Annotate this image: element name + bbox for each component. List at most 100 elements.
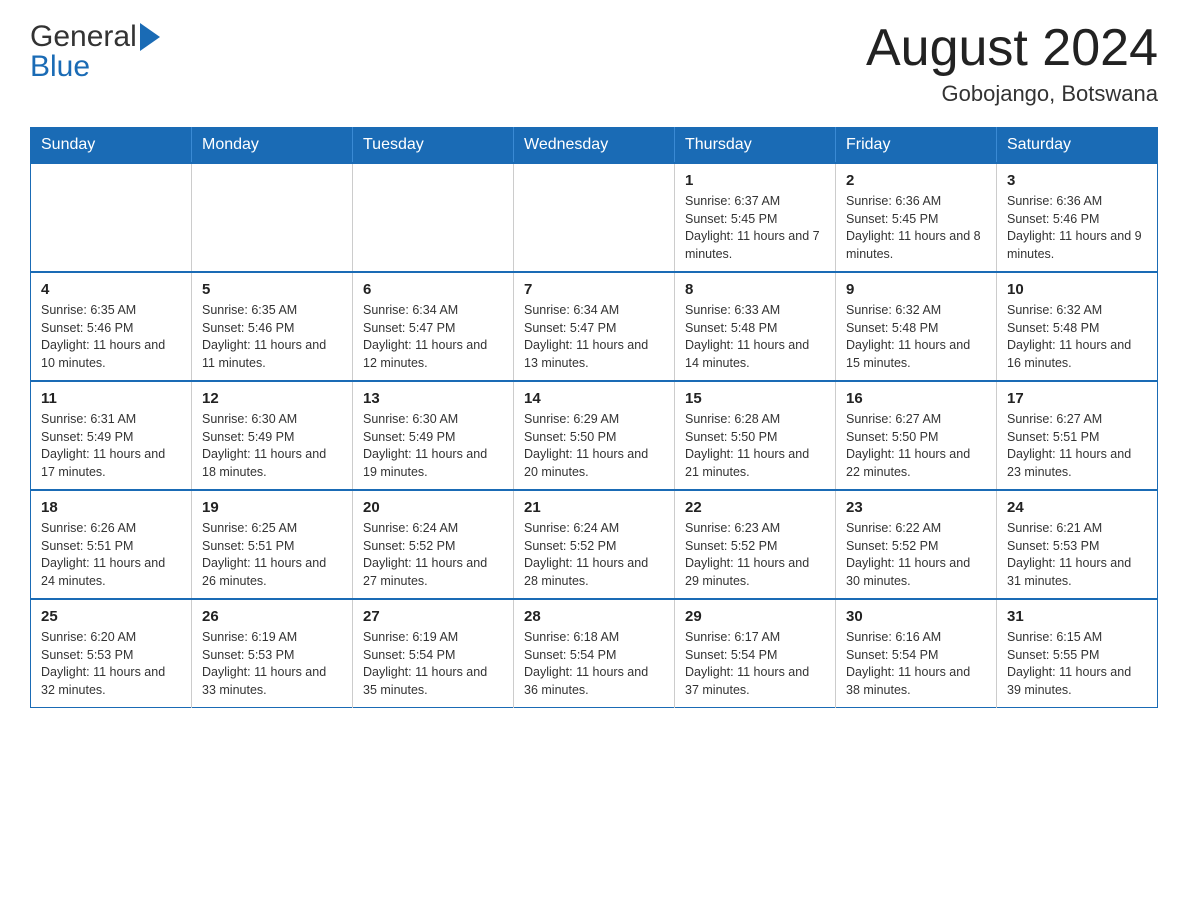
day-number: 9 (846, 281, 986, 298)
day-info: Sunrise: 6:19 AM Sunset: 5:53 PM Dayligh… (202, 629, 342, 699)
day-number: 26 (202, 608, 342, 625)
calendar-cell: 15 Sunrise: 6:28 AM Sunset: 5:50 PM Dayli… (675, 381, 836, 490)
calendar-cell: 19 Sunrise: 6:25 AM Sunset: 5:51 PM Dayli… (192, 490, 353, 599)
header-cell-thursday: Thursday (675, 128, 836, 164)
calendar-cell: 12 Sunrise: 6:30 AM Sunset: 5:49 PM Dayli… (192, 381, 353, 490)
calendar-cell: 17 Sunrise: 6:27 AM Sunset: 5:51 PM Dayli… (997, 381, 1158, 490)
day-info: Sunrise: 6:20 AM Sunset: 5:53 PM Dayligh… (41, 629, 181, 699)
day-number: 17 (1007, 390, 1147, 407)
day-number: 29 (685, 608, 825, 625)
title-block: August 2024 Gobojango, Botswana (866, 20, 1158, 107)
day-number: 1 (685, 172, 825, 189)
location-subtitle: Gobojango, Botswana (866, 81, 1158, 107)
day-info: Sunrise: 6:27 AM Sunset: 5:51 PM Dayligh… (1007, 411, 1147, 481)
day-info: Sunrise: 6:25 AM Sunset: 5:51 PM Dayligh… (202, 520, 342, 590)
week-row-3: 11 Sunrise: 6:31 AM Sunset: 5:49 PM Dayli… (31, 381, 1158, 490)
calendar-cell (31, 163, 192, 272)
day-number: 14 (524, 390, 664, 407)
calendar-cell: 6Sunrise: 6:34 AM Sunset: 5:47 PM Daylig… (353, 272, 514, 381)
page-header: General Blue August 2024 Gobojango, Bots… (30, 20, 1158, 107)
header-cell-monday: Monday (192, 128, 353, 164)
calendar-cell: 7 Sunrise: 6:34 AM Sunset: 5:47 PM Daylig… (514, 272, 675, 381)
logo: General Blue (30, 20, 160, 84)
day-info: Sunrise: 6:21 AM Sunset: 5:53 PM Dayligh… (1007, 520, 1147, 590)
day-number: 20 (363, 499, 503, 516)
header-cell-sunday: Sunday (31, 128, 192, 164)
calendar-cell: 1Sunrise: 6:37 AM Sunset: 5:45 PM Daylig… (675, 163, 836, 272)
calendar-cell: 25 Sunrise: 6:20 AM Sunset: 5:53 PM Dayli… (31, 599, 192, 708)
day-info: Sunrise: 6:24 AM Sunset: 5:52 PM Dayligh… (524, 520, 664, 590)
day-info: Sunrise: 6:31 AM Sunset: 5:49 PM Dayligh… (41, 411, 181, 481)
day-info: Sunrise: 6:32 AM Sunset: 5:48 PM Dayligh… (846, 302, 986, 372)
day-info: Sunrise: 6:36 AM Sunset: 5:46 PM Dayligh… (1007, 193, 1147, 263)
day-info: Sunrise: 6:36 AM Sunset: 5:45 PM Dayligh… (846, 193, 986, 263)
day-number: 11 (41, 390, 181, 407)
day-number: 18 (41, 499, 181, 516)
day-info: Sunrise: 6:18 AM Sunset: 5:54 PM Dayligh… (524, 629, 664, 699)
day-number: 10 (1007, 281, 1147, 298)
calendar-header: SundayMondayTuesdayWednesdayThursdayFrid… (31, 128, 1158, 164)
day-info: Sunrise: 6:22 AM Sunset: 5:52 PM Dayligh… (846, 520, 986, 590)
day-number: 6 (363, 281, 503, 298)
day-number: 27 (363, 608, 503, 625)
calendar-cell: 5 Sunrise: 6:35 AM Sunset: 5:46 PM Daylig… (192, 272, 353, 381)
day-number: 4 (41, 281, 181, 298)
calendar-cell: 23Sunrise: 6:22 AM Sunset: 5:52 PM Dayli… (836, 490, 997, 599)
calendar-cell: 4 Sunrise: 6:35 AM Sunset: 5:46 PM Daylig… (31, 272, 192, 381)
calendar-cell: 8Sunrise: 6:33 AM Sunset: 5:48 PM Daylig… (675, 272, 836, 381)
day-info: Sunrise: 6:16 AM Sunset: 5:54 PM Dayligh… (846, 629, 986, 699)
calendar-cell: 18 Sunrise: 6:26 AM Sunset: 5:51 PM Dayli… (31, 490, 192, 599)
calendar-cell: 22Sunrise: 6:23 AM Sunset: 5:52 PM Dayli… (675, 490, 836, 599)
month-year-title: August 2024 (866, 20, 1158, 77)
day-number: 15 (685, 390, 825, 407)
week-row-2: 4 Sunrise: 6:35 AM Sunset: 5:46 PM Daylig… (31, 272, 1158, 381)
calendar-cell: 30 Sunrise: 6:16 AM Sunset: 5:54 PM Dayli… (836, 599, 997, 708)
day-number: 31 (1007, 608, 1147, 625)
calendar-cell: 27Sunrise: 6:19 AM Sunset: 5:54 PM Dayli… (353, 599, 514, 708)
day-number: 28 (524, 608, 664, 625)
day-number: 30 (846, 608, 986, 625)
calendar-cell: 24 Sunrise: 6:21 AM Sunset: 5:53 PM Dayli… (997, 490, 1158, 599)
day-info: Sunrise: 6:15 AM Sunset: 5:55 PM Dayligh… (1007, 629, 1147, 699)
day-number: 13 (363, 390, 503, 407)
day-number: 16 (846, 390, 986, 407)
day-number: 25 (41, 608, 181, 625)
logo-general-text: General (30, 20, 137, 54)
header-row: SundayMondayTuesdayWednesdayThursdayFrid… (31, 128, 1158, 164)
calendar-cell: 9 Sunrise: 6:32 AM Sunset: 5:48 PM Daylig… (836, 272, 997, 381)
calendar-cell: 31 Sunrise: 6:15 AM Sunset: 5:55 PM Dayli… (997, 599, 1158, 708)
header-cell-tuesday: Tuesday (353, 128, 514, 164)
day-info: Sunrise: 6:26 AM Sunset: 5:51 PM Dayligh… (41, 520, 181, 590)
day-info: Sunrise: 6:29 AM Sunset: 5:50 PM Dayligh… (524, 411, 664, 481)
header-cell-saturday: Saturday (997, 128, 1158, 164)
day-info: Sunrise: 6:35 AM Sunset: 5:46 PM Dayligh… (41, 302, 181, 372)
day-number: 2 (846, 172, 986, 189)
day-info: Sunrise: 6:23 AM Sunset: 5:52 PM Dayligh… (685, 520, 825, 590)
day-number: 21 (524, 499, 664, 516)
day-number: 19 (202, 499, 342, 516)
day-number: 12 (202, 390, 342, 407)
calendar-cell (192, 163, 353, 272)
day-number: 24 (1007, 499, 1147, 516)
day-number: 5 (202, 281, 342, 298)
day-info: Sunrise: 6:27 AM Sunset: 5:50 PM Dayligh… (846, 411, 986, 481)
day-number: 7 (524, 281, 664, 298)
day-info: Sunrise: 6:17 AM Sunset: 5:54 PM Dayligh… (685, 629, 825, 699)
day-number: 3 (1007, 172, 1147, 189)
week-row-1: 1Sunrise: 6:37 AM Sunset: 5:45 PM Daylig… (31, 163, 1158, 272)
day-info: Sunrise: 6:30 AM Sunset: 5:49 PM Dayligh… (363, 411, 503, 481)
calendar-body: 1Sunrise: 6:37 AM Sunset: 5:45 PM Daylig… (31, 163, 1158, 708)
day-info: Sunrise: 6:28 AM Sunset: 5:50 PM Dayligh… (685, 411, 825, 481)
calendar-cell: 14 Sunrise: 6:29 AM Sunset: 5:50 PM Dayli… (514, 381, 675, 490)
week-row-5: 25 Sunrise: 6:20 AM Sunset: 5:53 PM Dayli… (31, 599, 1158, 708)
calendar-cell (353, 163, 514, 272)
day-info: Sunrise: 6:35 AM Sunset: 5:46 PM Dayligh… (202, 302, 342, 372)
calendar-cell: 26 Sunrise: 6:19 AM Sunset: 5:53 PM Dayli… (192, 599, 353, 708)
day-info: Sunrise: 6:33 AM Sunset: 5:48 PM Dayligh… (685, 302, 825, 372)
calendar-cell: 29 Sunrise: 6:17 AM Sunset: 5:54 PM Dayli… (675, 599, 836, 708)
logo-arrow-icon (140, 23, 160, 51)
calendar-cell (514, 163, 675, 272)
calendar-cell: 3 Sunrise: 6:36 AM Sunset: 5:46 PM Daylig… (997, 163, 1158, 272)
day-info: Sunrise: 6:34 AM Sunset: 5:47 PM Dayligh… (524, 302, 664, 372)
day-info: Sunrise: 6:30 AM Sunset: 5:49 PM Dayligh… (202, 411, 342, 481)
